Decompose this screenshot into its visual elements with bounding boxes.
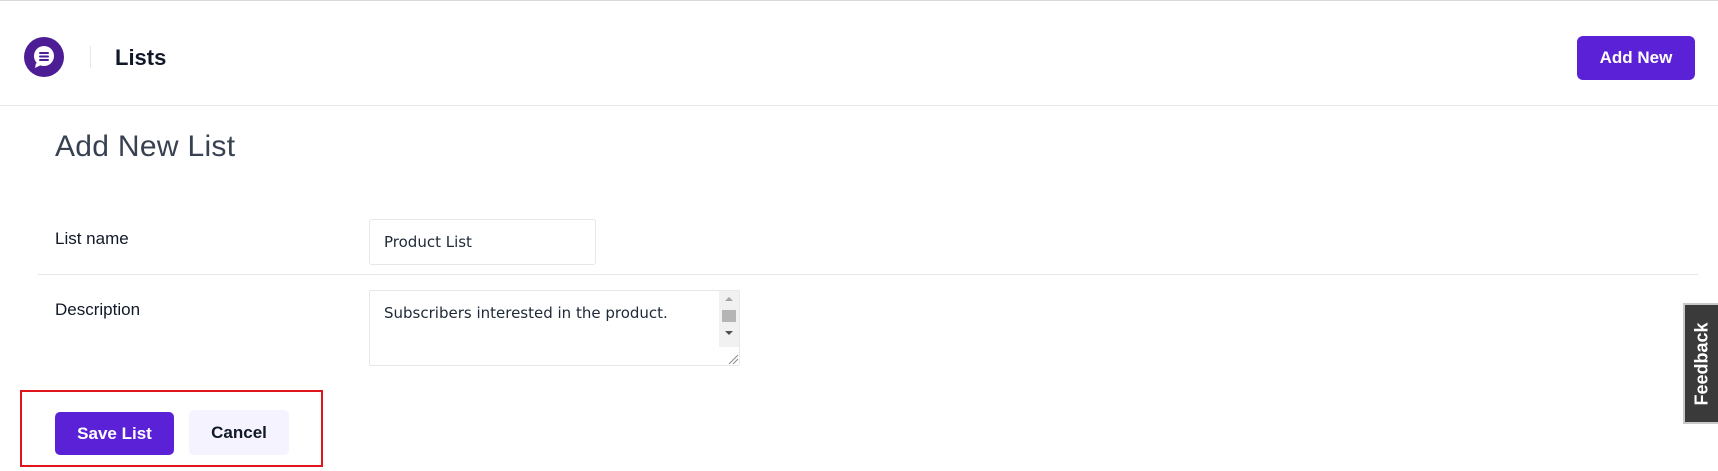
form-heading: Add New List [55, 130, 236, 163]
chat-list-icon [34, 46, 54, 68]
description-label: Description [55, 300, 141, 319]
header-divider [90, 46, 91, 68]
feedback-label: Feedback [1691, 321, 1712, 406]
app-header: Lists Add New [0, 1, 1718, 106]
description-textarea[interactable]: Subscribers interested in the product. [370, 291, 719, 365]
resize-handle-icon[interactable] [719, 347, 739, 365]
app-logo[interactable] [24, 37, 64, 77]
row-divider [38, 274, 1698, 275]
list-name-input[interactable] [369, 219, 596, 265]
add-new-button[interactable]: Add New [1577, 36, 1695, 80]
scroll-thumb[interactable] [722, 310, 736, 322]
scroll-down-arrow-icon[interactable] [719, 325, 739, 341]
description-field: Subscribers interested in the product. [369, 290, 740, 366]
cancel-button[interactable]: Cancel [189, 410, 289, 455]
list-name-label: List name [55, 229, 129, 248]
save-list-button[interactable]: Save List [55, 412, 174, 455]
scroll-up-arrow-icon[interactable] [719, 291, 739, 307]
feedback-tab[interactable]: Feedback [1683, 303, 1718, 424]
page-title: Lists [115, 45, 167, 70]
